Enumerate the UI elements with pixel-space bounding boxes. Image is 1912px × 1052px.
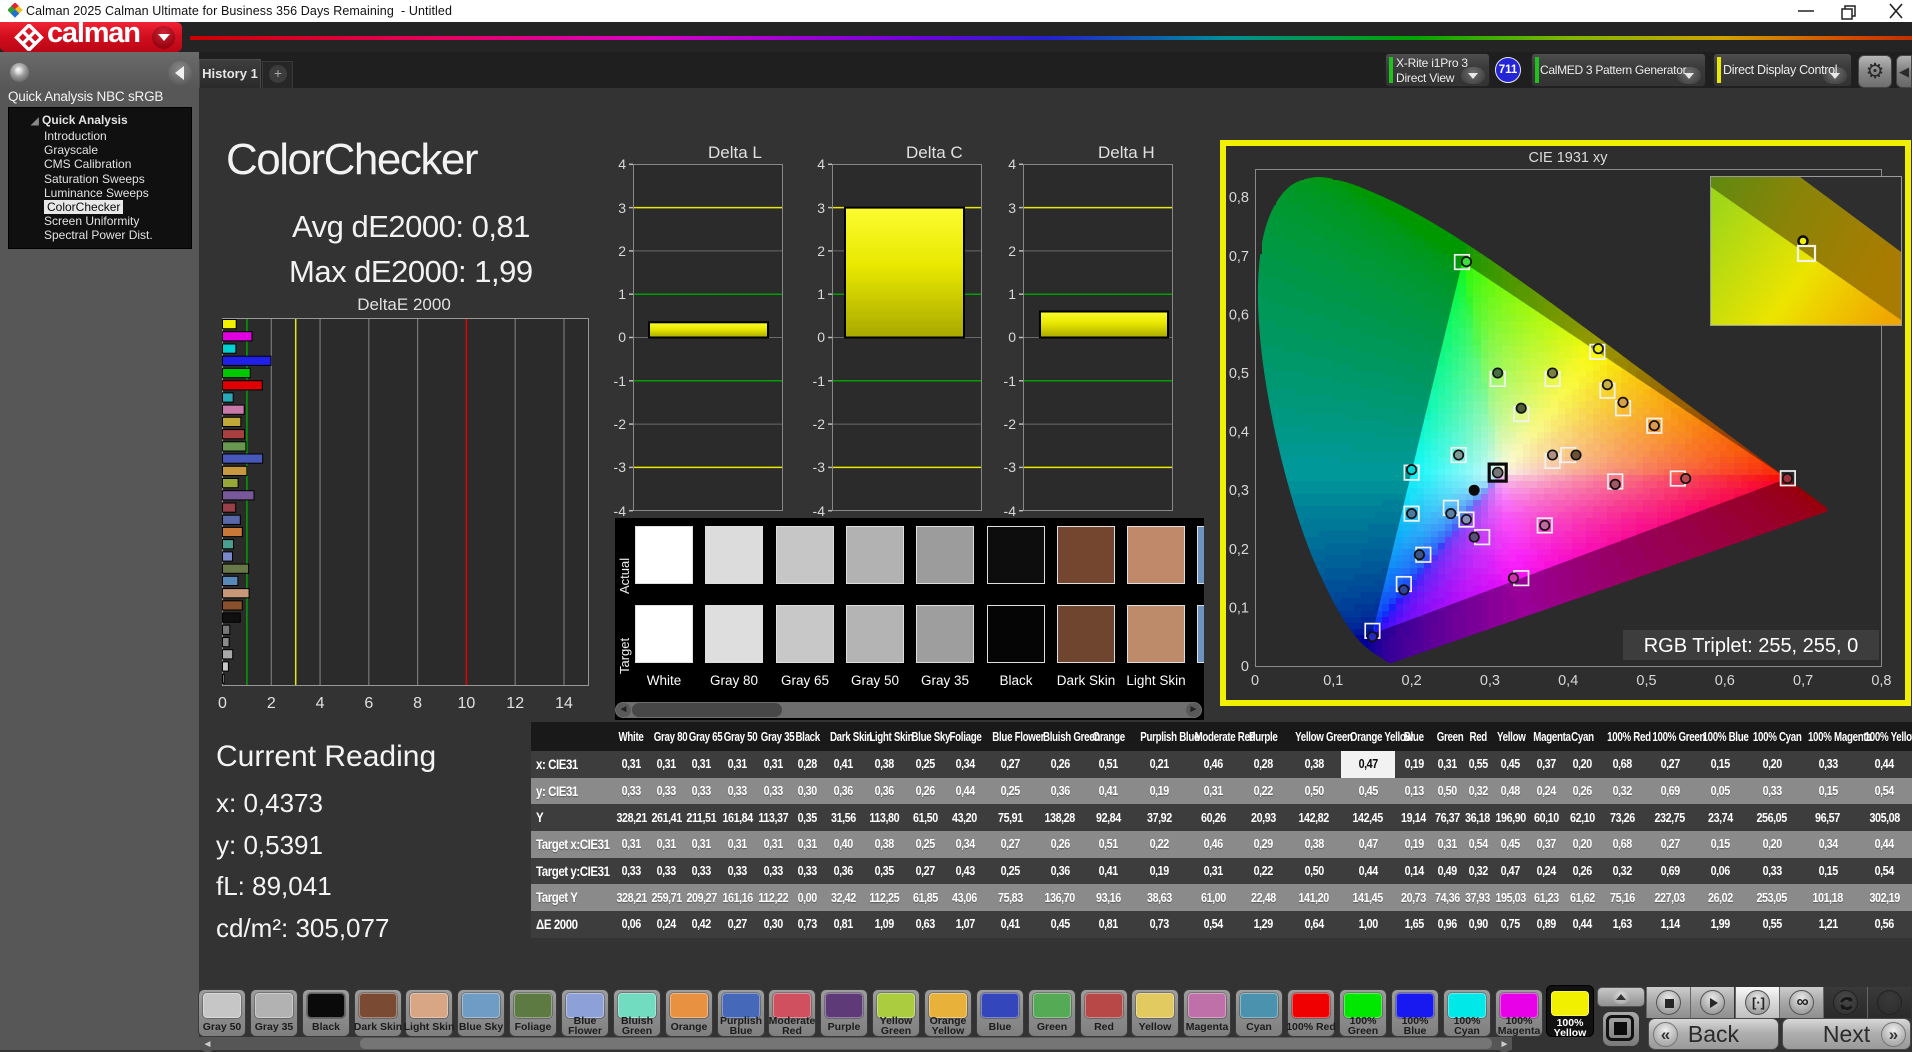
svg-text:8: 8 (413, 695, 422, 712)
svg-text:1: 1 (618, 286, 626, 302)
svg-text:0,7: 0,7 (1229, 249, 1249, 265)
svg-text:-1: -1 (614, 373, 627, 389)
svg-text:6: 6 (364, 695, 373, 712)
svg-text:4: 4 (1008, 156, 1016, 172)
svg-text:0,4: 0,4 (1229, 425, 1249, 441)
svg-text:-4: -4 (813, 503, 826, 519)
svg-text:2: 2 (618, 243, 626, 259)
svg-text:0: 0 (618, 329, 626, 345)
svg-text:Delta H: Delta H (1098, 143, 1155, 162)
svg-text:0,8: 0,8 (1229, 190, 1249, 206)
svg-text:CIE 1931 xy: CIE 1931 xy (1529, 150, 1609, 166)
svg-text:0,5: 0,5 (1229, 366, 1249, 382)
svg-text:0,4: 0,4 (1558, 673, 1578, 689)
svg-text:-3: -3 (813, 459, 826, 475)
svg-text:0,1: 0,1 (1323, 673, 1343, 689)
svg-text:14: 14 (555, 695, 573, 712)
svg-text:0,6: 0,6 (1229, 307, 1249, 323)
svg-text:3: 3 (618, 200, 626, 216)
svg-text:4: 4 (817, 156, 825, 172)
svg-text:10: 10 (458, 695, 476, 712)
svg-text:0,5: 0,5 (1636, 673, 1656, 689)
svg-text:0,2: 0,2 (1402, 673, 1422, 689)
svg-text:-4: -4 (1004, 503, 1017, 519)
svg-text:1: 1 (817, 286, 825, 302)
svg-text:4: 4 (618, 156, 626, 172)
svg-text:1: 1 (1008, 286, 1016, 302)
svg-text:0: 0 (218, 695, 227, 712)
svg-text:0,7: 0,7 (1793, 673, 1813, 689)
svg-text:0,8: 0,8 (1871, 673, 1891, 689)
svg-text:0,1: 0,1 (1229, 600, 1249, 616)
svg-text:3: 3 (817, 200, 825, 216)
svg-text:2: 2 (817, 243, 825, 259)
svg-text:0,3: 0,3 (1229, 483, 1249, 499)
svg-text:0: 0 (1241, 659, 1249, 675)
svg-text:-1: -1 (813, 373, 826, 389)
svg-text:Delta C: Delta C (906, 143, 963, 162)
svg-text:0,3: 0,3 (1480, 673, 1500, 689)
svg-text:0,2: 0,2 (1229, 542, 1249, 558)
svg-text:-2: -2 (614, 416, 627, 432)
svg-text:-2: -2 (1004, 416, 1017, 432)
svg-text:0: 0 (1008, 329, 1016, 345)
svg-text:Delta L: Delta L (708, 143, 762, 162)
svg-text:-3: -3 (614, 459, 627, 475)
svg-text:RGB Triplet: 255, 255, 0: RGB Triplet: 255, 255, 0 (1644, 635, 1859, 657)
svg-text:0,6: 0,6 (1715, 673, 1735, 689)
svg-text:2: 2 (267, 695, 276, 712)
svg-text:3: 3 (1008, 200, 1016, 216)
svg-text:4: 4 (316, 695, 325, 712)
svg-text:-4: -4 (614, 503, 627, 519)
svg-text:2: 2 (1008, 243, 1016, 259)
svg-text:12: 12 (506, 695, 524, 712)
svg-text:0: 0 (1251, 673, 1259, 689)
svg-text:-3: -3 (1004, 459, 1017, 475)
svg-text:-1: -1 (1004, 373, 1017, 389)
svg-text:0: 0 (817, 329, 825, 345)
svg-text:-2: -2 (813, 416, 826, 432)
